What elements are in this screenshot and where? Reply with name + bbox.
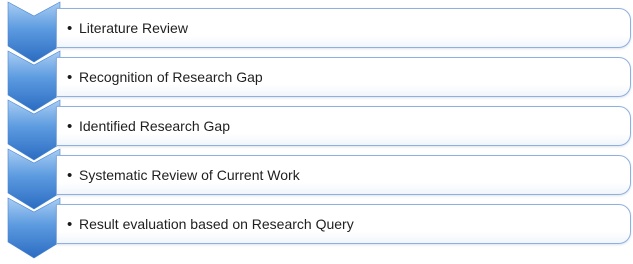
step-label: Systematic Review of Current Work — [79, 167, 300, 183]
step-label: Recognition of Research Gap — [79, 69, 263, 85]
step-box: • Identified Research Gap — [56, 106, 631, 146]
step-box: • Result evaluation based on Research Qu… — [56, 204, 631, 244]
chevron-down-icon — [7, 197, 61, 259]
step-box: • Systematic Review of Current Work — [56, 155, 631, 195]
process-step-1: • Literature Review — [0, 1, 633, 63]
process-step-2: • Recognition of Research Gap — [0, 50, 633, 112]
step-box: • Recognition of Research Gap — [56, 57, 631, 97]
step-label: Result evaluation based on Research Quer… — [79, 216, 354, 232]
process-step-4: • Systematic Review of Current Work — [0, 148, 633, 210]
step-box: • Literature Review — [56, 8, 631, 48]
process-step-5: • Result evaluation based on Research Qu… — [0, 197, 633, 259]
step-label: Identified Research Gap — [79, 118, 230, 134]
bullet: • — [67, 69, 73, 86]
bullet: • — [67, 167, 73, 184]
bullet: • — [67, 20, 73, 37]
bullet: • — [67, 118, 73, 135]
bullet: • — [67, 216, 73, 233]
step-label: Literature Review — [79, 20, 188, 36]
process-step-3: • Identified Research Gap — [0, 99, 633, 161]
